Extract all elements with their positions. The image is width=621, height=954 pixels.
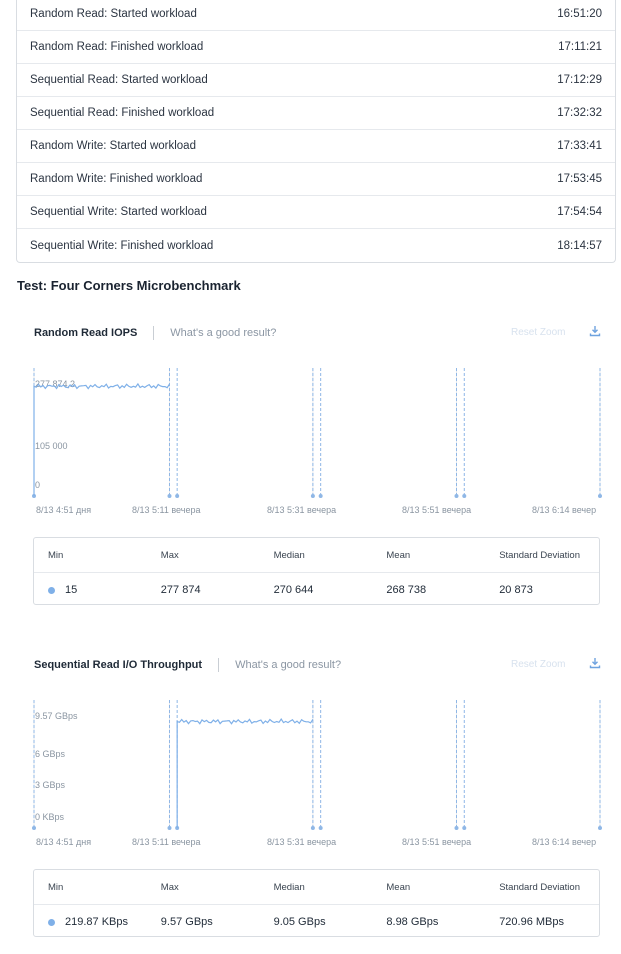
log-time: 17:11:21 (558, 41, 602, 53)
x-tick-label: 8/13 5:11 вечера (132, 837, 200, 847)
good-result-link[interactable]: What's a good result? (170, 327, 276, 339)
event-marker-dot (454, 826, 459, 830)
x-tick-label: 8/13 4:51 дня (36, 505, 91, 515)
seq-read-throughput-chart[interactable]: 9.57 GBps 6 GBps 3 GBps 0 KBps 8/13 4:51 дня… (32, 692, 604, 852)
x-tick-label: 8/13 5:51 вечера (402, 505, 471, 515)
log-row: Sequential Write: Started workload 17:54:… (17, 196, 615, 229)
log-event: Sequential Write: Started workload (30, 206, 207, 218)
event-marker-dot (167, 826, 172, 830)
event-marker-dot (462, 826, 467, 830)
y-tick-label: 0 KBps (35, 812, 65, 822)
log-time: 17:33:41 (557, 140, 602, 152)
stats-median: 9.05 GBps (273, 916, 326, 928)
stats-header-min: Min (48, 549, 64, 561)
stats-header-min: Min (48, 881, 64, 893)
stats-mean: 8.98 GBps (386, 916, 439, 928)
stats-max: 277 874 (160, 584, 201, 596)
series-dot-icon (48, 586, 55, 594)
stats-mean: 268 738 (386, 584, 427, 596)
workload-log-table: Random Read: Started workload 16:51:20 Ra… (16, 0, 616, 263)
x-tick-label: 8/13 5:51 вечера (402, 837, 471, 847)
x-tick-label: 8/13 5:11 вечера (132, 505, 200, 515)
section-title: Test: Four Corners Microbenchmark (17, 278, 241, 293)
log-row: Sequential Read: Finished workload 17:32:… (17, 97, 615, 130)
stats-header-max: Max (160, 881, 179, 893)
reset-zoom-button[interactable]: Reset Zoom (511, 659, 565, 670)
y-tick-label: 6 GBps (35, 749, 66, 759)
chart-title: Random Read IOPS (34, 327, 138, 339)
event-marker-dot (32, 826, 36, 830)
random-read-iops-chart[interactable]: 277 874,2105 00008/13 4:51 дня 8/13 5:11 … (32, 360, 604, 520)
log-event: Random Write: Started workload (30, 140, 196, 152)
log-event: Sequential Read: Started workload (30, 74, 208, 86)
event-marker-dot (598, 494, 602, 498)
stats-header-median: Median (273, 549, 305, 561)
log-time: 17:53:45 (557, 173, 602, 185)
log-event: Sequential Write: Finished workload (30, 239, 214, 252)
log-row: Sequential Write: Finished workload 18:14… (17, 229, 615, 262)
download-icon[interactable] (589, 657, 601, 669)
download-icon[interactable] (589, 325, 601, 337)
event-marker-dot (175, 494, 180, 498)
plot-area: 9.57 GBps 6 GBps 3 GBps 0 KBps 8/13 4:51 дня… (32, 700, 602, 847)
stats-table-seq-read: Min Max Median Mean Standard Deviation 2… (33, 869, 600, 937)
x-tick-label: 8/13 6:14 вечер (532, 505, 596, 515)
reset-zoom-button[interactable]: Reset Zoom (511, 327, 565, 338)
log-time: 16:51:20 (557, 8, 602, 20)
series-dot-icon (48, 918, 55, 926)
stats-stddev: 720.96 MBps (499, 916, 565, 928)
divider (153, 326, 155, 340)
event-marker-dot (318, 826, 323, 830)
x-tick-label: 8/13 5:31 вечера (267, 505, 336, 515)
log-time: 18:14:57 (557, 239, 602, 252)
series-line (176, 718, 314, 828)
log-row: Random Read: Finished workload 17:11:21 (17, 31, 615, 64)
stats-table-random-read: Min Max Median Mean Standard Deviation 1… (33, 537, 600, 605)
log-row: Random Write: Started workload 17:33:41 (17, 130, 615, 163)
good-result-link[interactable]: What's a good result? (235, 659, 341, 671)
log-event: Random Read: Started workload (30, 8, 197, 20)
stats-header-mean: Mean (386, 549, 411, 561)
log-row: Random Write: Finished workload 17:53:45 (17, 163, 615, 196)
log-event: Random Write: Finished workload (30, 173, 203, 185)
stats-header-stddev: Standard Deviation (499, 881, 580, 893)
event-marker-dot (462, 494, 467, 498)
event-marker-dot (310, 494, 315, 498)
stats-header-max: Max (160, 549, 179, 561)
event-marker-dot (167, 494, 172, 498)
stats-median: 270 644 (273, 584, 314, 596)
log-time: 17:54:54 (557, 206, 602, 218)
plot-area: 277 874,2105 00008/13 4:51 дня 8/13 5:11 … (32, 368, 602, 515)
stats-header-stddev: Standard Deviation (499, 549, 580, 561)
divider (218, 658, 220, 672)
stats-min: 219.87 KBps (65, 916, 128, 928)
event-marker-dot (454, 494, 459, 498)
stats-stddev: 20 873 (499, 584, 533, 596)
y-tick-label: 3 GBps (35, 780, 66, 790)
stats-header-mean: Mean (386, 881, 411, 893)
log-event: Sequential Read: Finished workload (30, 107, 215, 119)
x-tick-label: 8/13 5:31 вечера (267, 837, 336, 847)
y-tick-label: 105 000 (35, 441, 68, 451)
stats-header-median: Median (273, 881, 305, 893)
chart-title: Sequential Read I/O Throughput (34, 659, 203, 671)
log-row: Sequential Read: Started workload 17:12:2… (17, 64, 615, 97)
log-time: 17:32:32 (557, 107, 602, 119)
y-tick-label: 9.57 GBps (35, 711, 78, 721)
x-tick-label: 8/13 4:51 дня (36, 837, 91, 847)
y-tick-label: 0 (35, 480, 40, 490)
stats-min: 15 (65, 584, 78, 596)
chart-header-seq-read: Sequential Read I/O Throughput What's a … (34, 658, 341, 672)
log-time: 17:12:29 (557, 74, 602, 86)
log-event: Random Read: Finished workload (30, 41, 204, 53)
event-marker-dot (598, 826, 602, 830)
chart-header-random-read: Random Read IOPS What's a good result? (34, 326, 276, 340)
series-line (33, 382, 171, 496)
event-marker-dot (318, 494, 323, 498)
event-marker-dot (310, 826, 315, 830)
stats-max: 9.57 GBps (160, 916, 213, 928)
x-tick-label: 8/13 6:14 вечер (532, 837, 596, 847)
log-row: Random Read: Started workload 16:51:20 (17, 0, 615, 31)
